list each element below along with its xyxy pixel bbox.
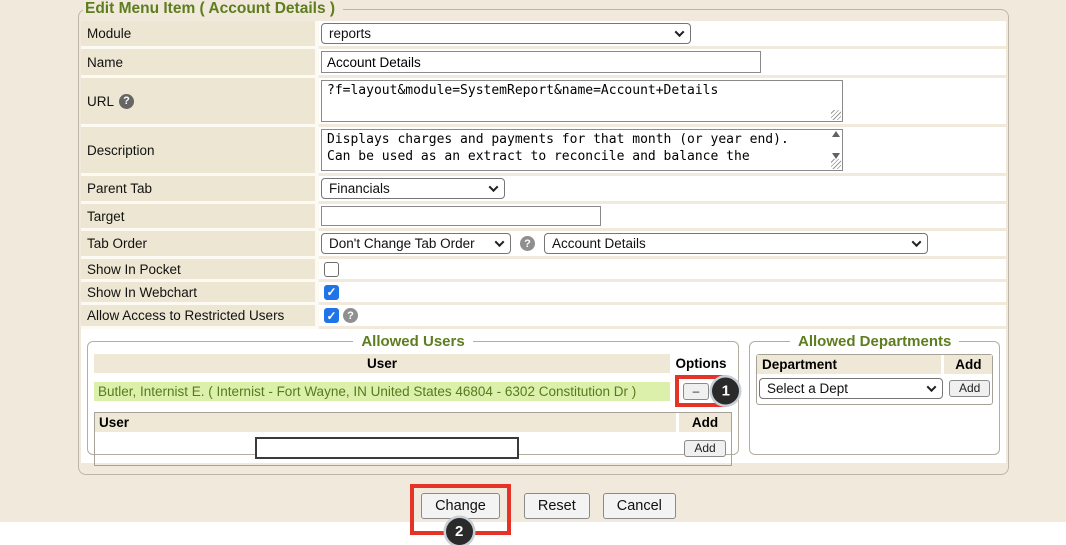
form-actions: Change 2 Reset Cancel	[78, 484, 1008, 535]
reset-button[interactable]: Reset	[524, 493, 590, 519]
parent-tab-select[interactable]: Financials	[321, 178, 505, 199]
url-textarea[interactable]: ?f=layout&module=SystemReport&name=Accou…	[321, 80, 843, 122]
module-select-value: reports	[329, 26, 371, 41]
page-title: Edit Menu Item ( Account Details )	[83, 0, 343, 18]
allowed-user-row: Butler, Internist E. ( Internist - Fort …	[94, 375, 732, 407]
show-in-pocket-checkbox[interactable]: ✓	[324, 262, 339, 277]
department-column-header: Department	[757, 355, 944, 374]
chevron-down-icon	[675, 27, 685, 37]
tab-order-select[interactable]: Don't Change Tab Order	[321, 233, 511, 254]
module-select[interactable]: reports	[321, 23, 691, 44]
allowed-users-legend: Allowed Users	[353, 333, 472, 350]
name-label: Name	[81, 49, 319, 78]
allowed-users-panel: Allowed Users User Options Butler, Inter…	[87, 333, 739, 455]
edit-menu-item-form: Edit Menu Item ( Account Details ) Modul…	[78, 0, 1009, 475]
tab-order-label: Tab Order	[81, 231, 319, 259]
target-input[interactable]	[321, 206, 601, 226]
department-select[interactable]: Select a Dept	[759, 378, 943, 399]
name-input[interactable]	[321, 51, 761, 73]
allowed-section: Allowed Users User Options Butler, Inter…	[81, 329, 1006, 466]
annotation-rect-2: Change 2	[410, 484, 511, 535]
form-row-target: Target	[81, 204, 1006, 231]
tab-order-item-select[interactable]: Account Details	[544, 233, 928, 254]
module-label: Module	[81, 21, 319, 49]
form-row-module: Module reports	[81, 21, 1006, 49]
user-column-header: User	[94, 354, 670, 373]
chevron-down-icon	[495, 237, 505, 247]
tab-order-select-value: Don't Change Tab Order	[329, 236, 475, 251]
parent-tab-label: Parent Tab	[81, 176, 319, 204]
form-row-name: Name	[81, 49, 1006, 78]
form-row-parent-tab: Parent Tab Financials	[81, 176, 1006, 204]
allow-restricted-label: Allow Access to Restricted Users	[81, 305, 319, 329]
chevron-down-icon	[489, 182, 499, 192]
dept-add-column-header: Add	[944, 355, 992, 374]
chevron-down-icon	[927, 382, 937, 392]
form-row-show-in-pocket: Show In Pocket ✓	[81, 259, 1006, 282]
allow-restricted-checkbox[interactable]: ✓	[324, 308, 339, 323]
remove-user-button[interactable]: –	[683, 383, 710, 400]
allowed-departments-panel: Allowed Departments Department Add Selec…	[749, 333, 1000, 455]
add-user-column-header: User	[95, 413, 679, 432]
description-label: Description	[81, 127, 319, 176]
allowed-departments-legend: Allowed Departments	[790, 333, 959, 350]
form-row-description: Description Displays charges and payment…	[81, 127, 1006, 176]
add-column-header: Add	[679, 413, 731, 432]
annotation-badge-1: 1	[712, 378, 739, 405]
options-column-header: Options	[670, 354, 732, 373]
chevron-down-icon	[912, 237, 922, 247]
parent-tab-select-value: Financials	[329, 181, 390, 196]
target-label: Target	[81, 204, 319, 231]
help-icon[interactable]: ?	[520, 236, 535, 251]
help-icon[interactable]: ?	[343, 308, 358, 323]
show-in-webchart-label: Show In Webchart	[81, 282, 319, 305]
add-user-button[interactable]: Add	[684, 440, 725, 457]
form-row-allow-restricted: Allow Access to Restricted Users ✓ ?	[81, 305, 1006, 329]
description-textarea[interactable]: Displays charges and payments for that m…	[321, 129, 843, 171]
change-button[interactable]: Change	[421, 493, 500, 519]
department-select-value: Select a Dept	[767, 381, 848, 396]
show-in-pocket-label: Show In Pocket	[81, 259, 319, 282]
resize-grip-icon[interactable]	[831, 159, 841, 169]
form-row-tab-order: Tab Order Don't Change Tab Order ? Accou…	[81, 231, 1006, 259]
form-row-url: URL ? ?f=layout&module=SystemReport&name…	[81, 78, 1006, 127]
add-department-button[interactable]: Add	[949, 380, 990, 397]
cancel-button[interactable]: Cancel	[603, 493, 676, 519]
form-row-show-in-webchart: Show In Webchart ✓	[81, 282, 1006, 305]
annotation-rect-1: – 1	[675, 375, 728, 407]
tab-order-item-select-value: Account Details	[552, 236, 646, 251]
add-user-input[interactable]	[255, 437, 519, 459]
show-in-webchart-checkbox[interactable]: ✓	[324, 285, 339, 300]
help-icon[interactable]: ?	[119, 94, 134, 109]
scroll-up-icon[interactable]	[832, 131, 840, 137]
url-label: URL	[87, 94, 114, 109]
allowed-user-name: Butler, Internist E. ( Internist - Fort …	[94, 382, 670, 401]
resize-grip-icon[interactable]	[831, 110, 841, 120]
page-background: Edit Menu Item ( Account Details ) Modul…	[0, 0, 1066, 522]
add-user-box: User Add Add	[94, 412, 732, 466]
